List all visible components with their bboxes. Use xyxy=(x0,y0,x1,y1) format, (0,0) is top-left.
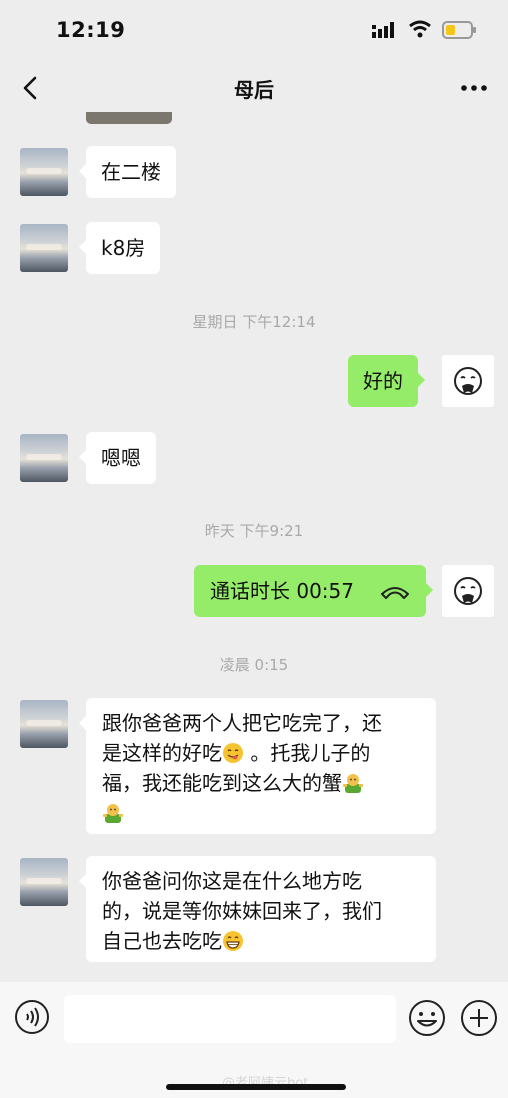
input-bar: @老阿姨云bot xyxy=(0,982,508,1098)
home-indicator[interactable] xyxy=(166,1084,346,1090)
message-text: 在二楼 xyxy=(101,160,161,184)
status-time: 12:19 xyxy=(56,18,126,42)
voice-icon[interactable] xyxy=(14,999,50,1035)
call-duration-text: 通话时长 00:57 xyxy=(210,579,354,603)
yum-emoji-icon xyxy=(223,743,243,763)
signal-icon xyxy=(372,22,394,38)
message-text: 是这样的好吃 xyxy=(102,741,222,765)
my-avatar[interactable] xyxy=(442,565,494,617)
message-bubble-received[interactable]: k8房 xyxy=(78,222,161,274)
message-bubble-received[interactable]: 你爸爸问你这是在什么地方吃 的，说是等你妹妹回来了，我们 自己也去吃吃 xyxy=(79,856,436,962)
message-text-block: 你爸爸问你这是在什么地方吃 的，说是等你妹妹回来了，我们 自己也去吃吃 xyxy=(102,866,382,956)
call-record-bubble[interactable]: 通话时长 00:57 xyxy=(194,565,433,617)
message-line: 跟你爸爸两个人把它吃完了，还 xyxy=(102,711,382,735)
plus-icon[interactable] xyxy=(460,999,498,1037)
message-text: 自己也去吃吃 xyxy=(102,929,222,953)
message-line: 福，我还能吃到这么大的蟹 xyxy=(102,768,382,798)
my-avatar[interactable] xyxy=(442,355,494,407)
message-input[interactable] xyxy=(64,995,396,1043)
message-bubble-received[interactable]: 嗯嗯 xyxy=(79,432,156,484)
message-text-block: 跟你爸爸两个人把它吃完了，还 是这样的好吃 。托我儿子的 福，我还能吃到这么大的… xyxy=(102,708,382,828)
emoji-icon[interactable] xyxy=(408,999,446,1037)
chat-title: 母后 xyxy=(234,78,274,102)
timestamp: 昨天 下午9:21 xyxy=(204,522,304,540)
nav-bar: 母后 xyxy=(0,60,508,116)
status-bar: 12:19 xyxy=(0,0,508,60)
message-line xyxy=(102,798,382,828)
message-bubble-received[interactable]: 跟你爸爸两个人把它吃完了，还 是这样的好吃 。托我儿子的 福，我还能吃到这么大的… xyxy=(79,698,436,834)
timestamp: 星期日 下午12:14 xyxy=(192,313,316,331)
message-text: 。托我儿子的 xyxy=(244,741,371,765)
more-dots-icon[interactable] xyxy=(456,72,492,104)
contact-avatar[interactable] xyxy=(20,434,68,482)
grin-emoji-icon xyxy=(223,931,243,951)
contact-avatar[interactable] xyxy=(20,858,68,906)
message-line: 是这样的好吃 。托我儿子的 xyxy=(102,738,382,768)
face-emoji-icon xyxy=(454,577,482,605)
sticker-emoji-icon xyxy=(343,774,363,793)
previous-image-message[interactable] xyxy=(86,112,172,124)
wifi-icon xyxy=(409,20,431,38)
message-bubble-sent[interactable]: 好的 xyxy=(348,355,425,407)
message-text: 福，我还能吃到这么大的蟹 xyxy=(102,771,342,795)
message-line: 自己也去吃吃 xyxy=(102,926,382,956)
sticker-emoji-icon xyxy=(103,804,123,823)
contact-avatar[interactable] xyxy=(20,700,68,748)
contact-avatar[interactable] xyxy=(20,148,68,196)
message-bubble-received[interactable]: 在二楼 xyxy=(79,146,176,198)
message-line: 的，说是等你妹妹回来了，我们 xyxy=(102,899,382,923)
contact-avatar[interactable] xyxy=(20,224,68,272)
message-text: k8房 xyxy=(101,236,146,260)
hang-up-phone-icon xyxy=(381,587,409,599)
face-emoji-icon xyxy=(454,367,482,395)
message-text: 嗯嗯 xyxy=(101,446,141,470)
message-line: 你爸爸问你这是在什么地方吃 xyxy=(102,869,362,893)
message-text: 好的 xyxy=(363,369,403,393)
battery-icon xyxy=(442,21,476,39)
timestamp: 凌晨 0:15 xyxy=(219,656,289,674)
